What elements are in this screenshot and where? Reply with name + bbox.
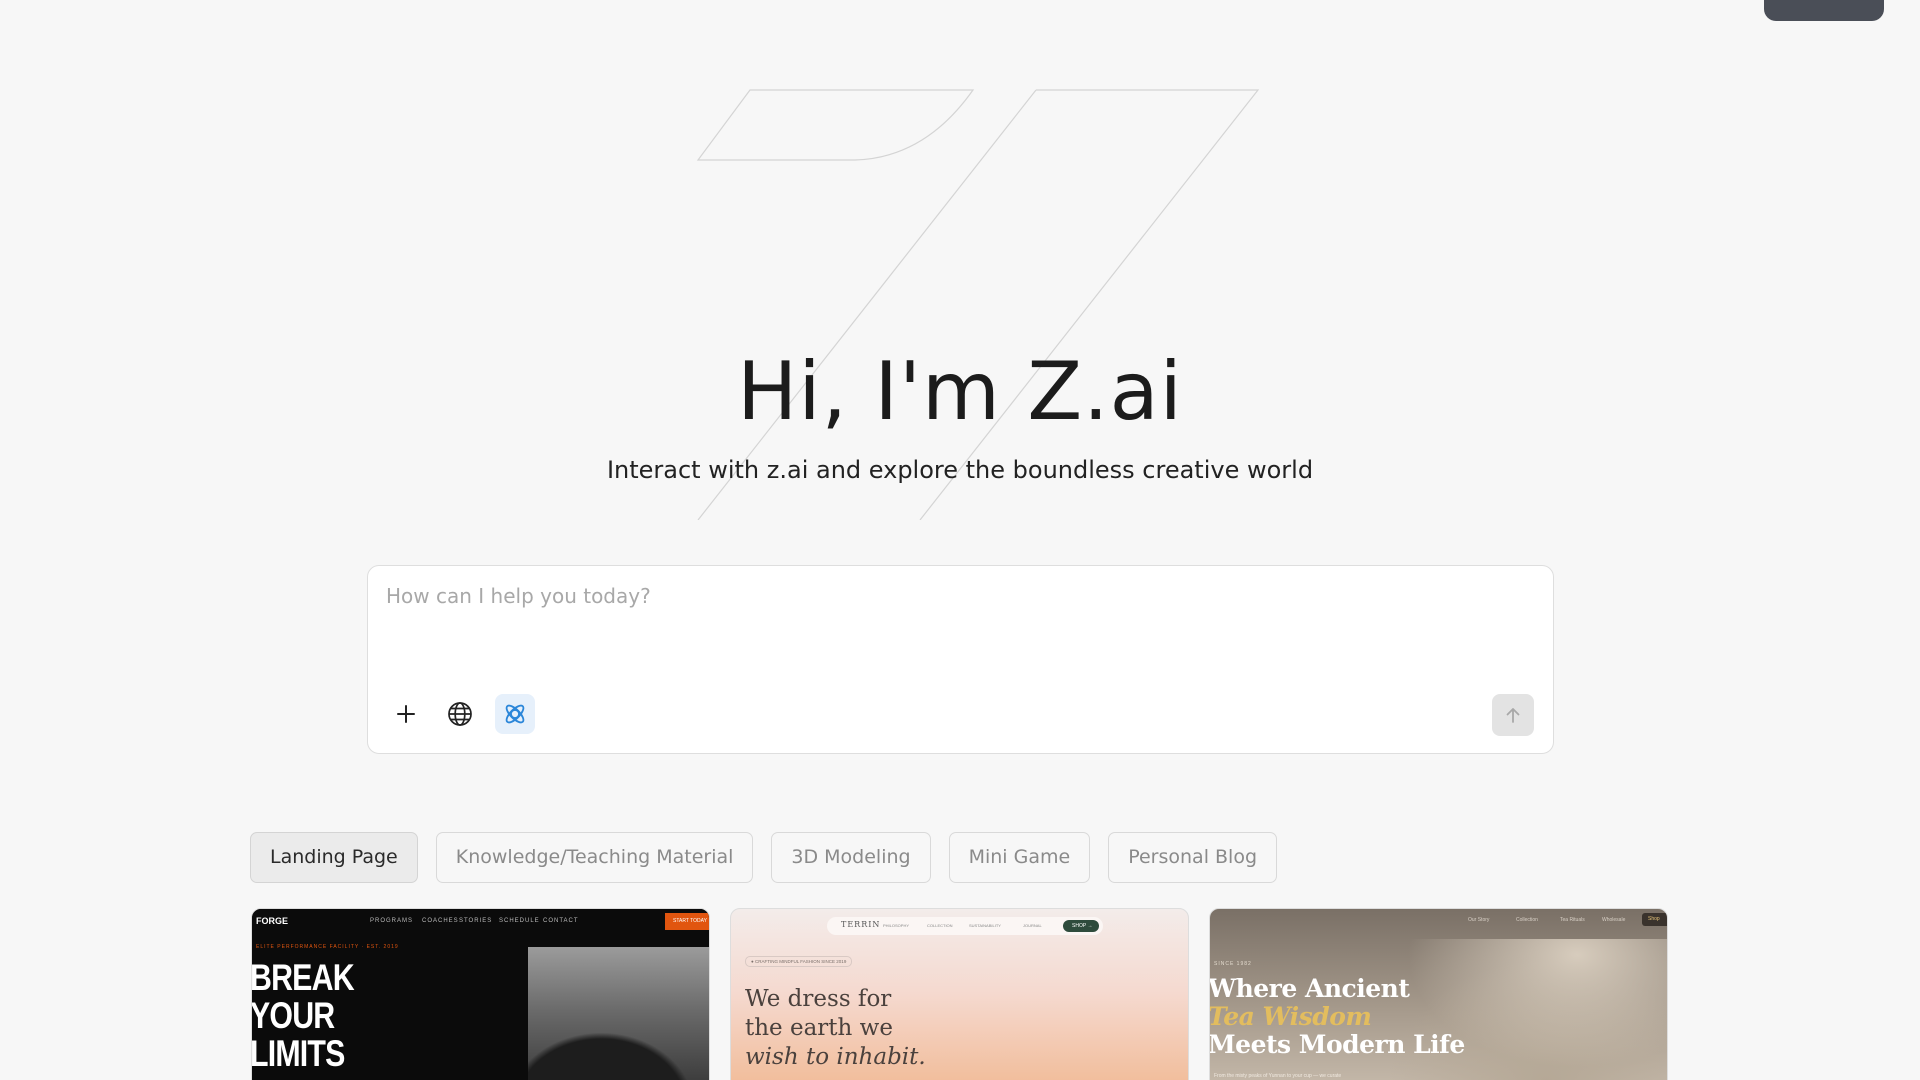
card-nav-link: Collection — [1516, 917, 1538, 923]
card-headline-line: Meets Modern Life — [1209, 1030, 1465, 1059]
card-cta-label: SHOP → — [1072, 923, 1093, 929]
card-headline-line: YOUR — [251, 995, 335, 1036]
card-cta: START TODAY — [665, 913, 709, 930]
card-nav-link: Tea Rituals — [1560, 917, 1585, 923]
template-card-fitness[interactable]: FORGE PROGRAMS COACHES STORIES SCHEDULE … — [251, 908, 710, 1080]
card-headline: Where Ancient Tea Wisdom Meets Modern Li… — [1209, 974, 1465, 1059]
hero-subtitle: Interact with z.ai and explore the bound… — [606, 456, 1314, 484]
card-headline-line: LIMITS — [251, 1033, 345, 1074]
card-cta: SHOP → — [1063, 920, 1099, 932]
card-nav-link: COLLECTION — [927, 923, 953, 928]
card-headline-gold: Tea Wisdom — [1209, 1002, 1372, 1031]
tab-personal-blog[interactable]: Personal Blog — [1108, 832, 1278, 883]
card-headline-line: We dress for — [745, 986, 892, 1012]
plus-icon — [397, 705, 415, 723]
card-nav-link: JOURNAL — [1023, 923, 1042, 928]
chat-composer — [367, 565, 1554, 754]
card-nav-link: SCHEDULE — [499, 918, 540, 924]
globe-icon — [448, 702, 472, 726]
arrow-up-icon — [1506, 708, 1520, 723]
web-search-button[interactable] — [440, 694, 480, 734]
card-nav-link: CONTACT — [543, 918, 579, 924]
deep-think-button[interactable] — [495, 694, 535, 734]
card-tagline: ELITE PERFORMANCE FACILITY · EST. 2019 — [256, 944, 399, 950]
card-headline-line: Where Ancient — [1209, 974, 1410, 1003]
card-headline: We dress for the earth we wish to inhabi… — [745, 985, 926, 1072]
card-photo-hill — [528, 1019, 709, 1080]
template-card-fashion[interactable]: TERRIN PHILOSOPHY COLLECTION SUSTAINABIL… — [730, 908, 1189, 1080]
card-nav-link: PROGRAMS — [370, 918, 414, 924]
category-tabs: Landing Page Knowledge/Teaching Material… — [250, 832, 1278, 884]
card-nav-link: Wholesale — [1602, 917, 1626, 923]
card-footnote: From the misty peaks of Yunnan to your c… — [1214, 1073, 1342, 1079]
home-page: Hi, I'm Z.ai Interact with z.ai and expl… — [0, 0, 1920, 1080]
card-tagline: ● CRAFTING MINDFUL FASHION SINCE 2019 — [745, 956, 853, 967]
template-card-tea[interactable]: Our Story Collection Tea Rituals Wholesa… — [1209, 908, 1668, 1080]
card-headline-line: the earth we — [745, 1015, 893, 1041]
card-headline: BREAK YOUR LIMITS — [251, 957, 355, 1074]
hero-title: Hi, I'm Z.ai — [737, 345, 1183, 438]
attach-button[interactable] — [386, 694, 426, 734]
tab-knowledge-teaching-material[interactable]: Knowledge/Teaching Material — [435, 832, 754, 883]
card-cta: Shop — [1642, 913, 1667, 926]
card-nav-link: STORIES — [459, 918, 493, 924]
card-tagline: SINCE 1982 — [1214, 961, 1252, 967]
card-nav-link: PHILOSOPHY — [883, 923, 910, 928]
tab-landing-page[interactable]: Landing Page — [250, 832, 418, 883]
card-logo: FORGE — [256, 916, 289, 926]
card-headline-italic: wish to inhabit. — [745, 1044, 926, 1070]
card-nav-link: COACHES — [422, 918, 459, 924]
card-cta-label: START TODAY — [673, 918, 707, 924]
card-logo: TERRIN — [841, 920, 881, 929]
tab-mini-game[interactable]: Mini Game — [948, 832, 1091, 883]
top-right-button[interactable] — [1764, 0, 1884, 21]
z-logo-watermark — [696, 89, 1260, 520]
card-headline-line: BREAK — [251, 957, 355, 998]
card-nav: TERRIN PHILOSOPHY COLLECTION SUSTAINABIL… — [827, 917, 1103, 935]
chat-input[interactable] — [386, 584, 1526, 644]
card-nav-link: SUSTAINABILITY — [969, 923, 1001, 928]
atom-icon — [505, 704, 525, 724]
tab-3d-modeling[interactable]: 3D Modeling — [771, 832, 931, 883]
card-cta-label: Shop — [1648, 916, 1660, 922]
send-button[interactable] — [1492, 694, 1534, 736]
card-nav-link: Our Story — [1468, 917, 1490, 923]
